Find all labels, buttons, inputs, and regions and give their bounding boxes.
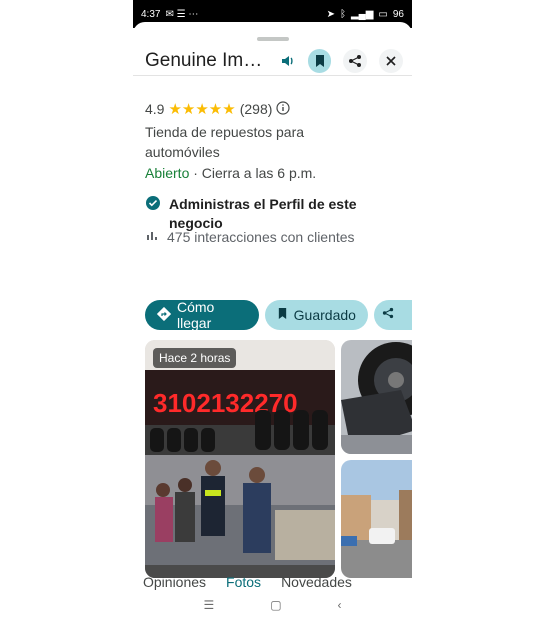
tab-updates[interactable]: Novedades xyxy=(281,574,352,590)
battery-icon: ▭ xyxy=(378,8,388,20)
bluetooth-icon: ᛒ xyxy=(339,8,346,20)
rating-row[interactable]: 4.9 ★★★★★ (298) xyxy=(145,100,291,118)
closing-time: · Cierra a las 6 p.m. xyxy=(189,165,317,181)
place-title: Genuine Im… xyxy=(145,50,263,71)
saved-button[interactable]: Guardado xyxy=(264,300,368,330)
star-rating-icon: ★★★★★ xyxy=(168,101,236,118)
share-small-icon xyxy=(382,306,394,324)
photo-car-wheel[interactable] xyxy=(341,340,412,454)
review-count: (298) xyxy=(239,101,273,117)
home-nav-icon[interactable]: ▢ xyxy=(270,598,281,612)
place-category: Tienda de repuestos para automóviles xyxy=(145,124,305,160)
bar-chart-icon xyxy=(145,228,159,247)
photo-age-badge: Hace 2 horas xyxy=(153,348,237,368)
sheet-drag-handle[interactable] xyxy=(257,37,289,41)
system-nav-bar: ☰ ▢ ‹ xyxy=(133,590,412,620)
interactions-row[interactable]: 475 interacciones con clientes xyxy=(145,228,387,247)
location-icon: ➤ xyxy=(326,8,335,20)
share-icon[interactable] xyxy=(343,49,368,73)
tab-photos[interactable]: Fotos xyxy=(226,574,261,590)
photo-store-interior[interactable]: 3102132270 Hace 2 horas xyxy=(145,340,335,578)
rating-value: 4.9 xyxy=(145,101,165,117)
place-header: Genuine Im… xyxy=(145,48,403,74)
tab-reviews[interactable]: Opiniones xyxy=(143,574,206,590)
close-icon[interactable] xyxy=(379,49,403,73)
info-icon[interactable] xyxy=(276,100,291,118)
battery-level: 96 xyxy=(392,8,404,20)
place-sheet: Genuine Im… 4.9 ★★★★★ (298) Tienda de re xyxy=(133,22,412,602)
signal-icon: ▂▄▆ xyxy=(350,8,374,20)
open-status: Abierto xyxy=(145,165,190,181)
menu-nav-icon[interactable]: ☰ xyxy=(203,598,214,612)
interactions-text: 475 interacciones con clientes xyxy=(167,229,355,245)
photo-gallery: 3102132270 Hace 2 horas xyxy=(145,340,412,578)
back-nav-icon[interactable]: ‹ xyxy=(338,598,342,612)
verified-icon xyxy=(145,195,161,216)
bookmark-saved-icon xyxy=(277,307,288,323)
place-tabs: Opiniones Fotos Novedades xyxy=(143,574,412,590)
phone-screen: 4:37 ✉ ☰ ⋯ ➤ ᛒ ▂▄▆ ▭ 96 Genuine Im… 4.9 … xyxy=(133,0,412,620)
notification-icons: ✉ ☰ ⋯ xyxy=(165,8,199,20)
status-time: 4:37 xyxy=(141,8,161,20)
share-button[interactable] xyxy=(373,300,412,330)
bookmark-icon[interactable] xyxy=(307,49,332,73)
photo-street[interactable] xyxy=(341,460,412,578)
directions-button[interactable]: Cómo llegar xyxy=(145,299,259,331)
header-divider xyxy=(133,75,412,76)
action-buttons: Cómo llegar Guardado xyxy=(145,299,412,331)
open-hours[interactable]: Abierto · Cierra a las 6 p.m. xyxy=(145,165,316,181)
saved-label: Guardado xyxy=(293,307,356,323)
directions-icon xyxy=(156,306,172,324)
directions-label: Cómo llegar xyxy=(177,299,215,331)
speaker-icon[interactable] xyxy=(276,49,300,73)
